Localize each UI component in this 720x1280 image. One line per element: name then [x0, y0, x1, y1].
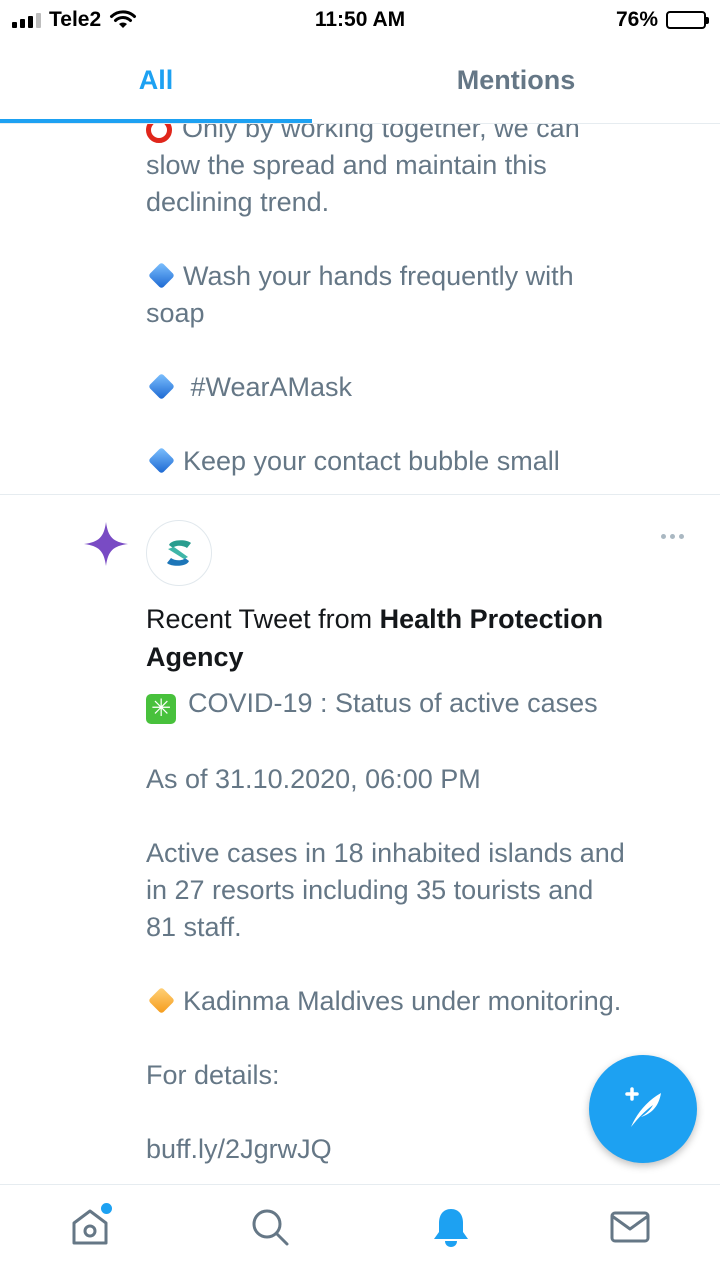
tweet-line: Kadinma Maldives under monitoring.: [146, 983, 696, 1020]
bottom-nav: [0, 1184, 720, 1280]
tweet-line: slow the spread and maintain this: [146, 150, 547, 180]
tweet-line: Wash your hands frequently with: [146, 258, 696, 295]
status-right: 76%: [615, 8, 709, 32]
tab-mentions[interactable]: Mentions: [312, 40, 720, 120]
tweet-line: #WearAMask: [146, 369, 696, 406]
tweet-line: soap: [146, 298, 205, 328]
nav-messages[interactable]: [606, 1203, 654, 1251]
tweet-line: Only by working together, we can: [146, 124, 696, 147]
orange-diamond-icon: [148, 987, 175, 1015]
notifications-feed[interactable]: Only by working together, we can slow th…: [0, 124, 720, 1184]
green-check-icon: ✳: [146, 694, 176, 724]
tweet-line-text: Kadinma Maldives under monitoring.: [183, 986, 622, 1016]
status-time: 11:50 AM: [314, 8, 406, 31]
tweet-line: Active cases in 18 inhabited islands and: [146, 838, 625, 868]
blue-diamond-icon: [148, 373, 175, 401]
tweet-line-text: COVID-19 : Status of active cases: [188, 688, 598, 718]
nav-notifications[interactable]: [427, 1203, 475, 1251]
status-bar: Tele2 11:50 AM 76%: [0, 0, 720, 40]
tweet-line: As of 31.10.2020, 06:00 PM: [146, 764, 481, 794]
tweet-line-text: Keep your contact bubble small: [183, 446, 560, 476]
recent-tweet-prefix: Recent Tweet from: [146, 604, 380, 634]
tab-all[interactable]: All: [0, 40, 312, 120]
tweet-line-text: Wash your hands frequently with: [183, 261, 574, 291]
hashtag-wearamask[interactable]: #WearAMask: [183, 372, 353, 402]
blue-diamond-icon: [148, 447, 175, 475]
battery-icon: [666, 11, 709, 29]
battery-percent: 76%: [615, 8, 658, 31]
messages-icon: [610, 1211, 650, 1243]
notification-tabs: All Mentions: [0, 40, 720, 124]
blue-diamond-icon: [148, 262, 175, 290]
tweet-line: Keep your contact bubble small: [146, 443, 696, 480]
nav-search[interactable]: [246, 1203, 294, 1251]
tweet-line: 81 staff.: [146, 912, 242, 942]
nav-home[interactable]: [66, 1201, 114, 1251]
feed-separator: [0, 494, 720, 495]
compose-feather-icon: [625, 1087, 661, 1127]
avatar[interactable]: [146, 520, 212, 586]
recent-tweet-notification[interactable]: Recent Tweet from Health Protection Agen…: [146, 600, 696, 676]
sparkle-icon: [84, 522, 128, 566]
notifications-bell-icon: [434, 1209, 468, 1247]
tweet-line: in 27 resorts including 35 tourists and: [146, 875, 594, 905]
tweet-line: declining trend.: [146, 187, 330, 217]
tweet-line-text: Only by working together, we can: [182, 124, 580, 143]
search-icon: [252, 1209, 289, 1246]
new-content-dot: [99, 1201, 114, 1216]
red-circle-icon: [146, 124, 172, 143]
more-options-button[interactable]: [654, 524, 690, 548]
tabs-divider: [0, 123, 720, 124]
hpa-logo-icon: [167, 540, 191, 566]
compose-tweet-button[interactable]: [589, 1055, 697, 1163]
tweet-line: ✳ COVID-19 : Status of active cases: [146, 685, 696, 724]
previous-tweet-text[interactable]: Only by working together, we can slow th…: [146, 124, 696, 480]
